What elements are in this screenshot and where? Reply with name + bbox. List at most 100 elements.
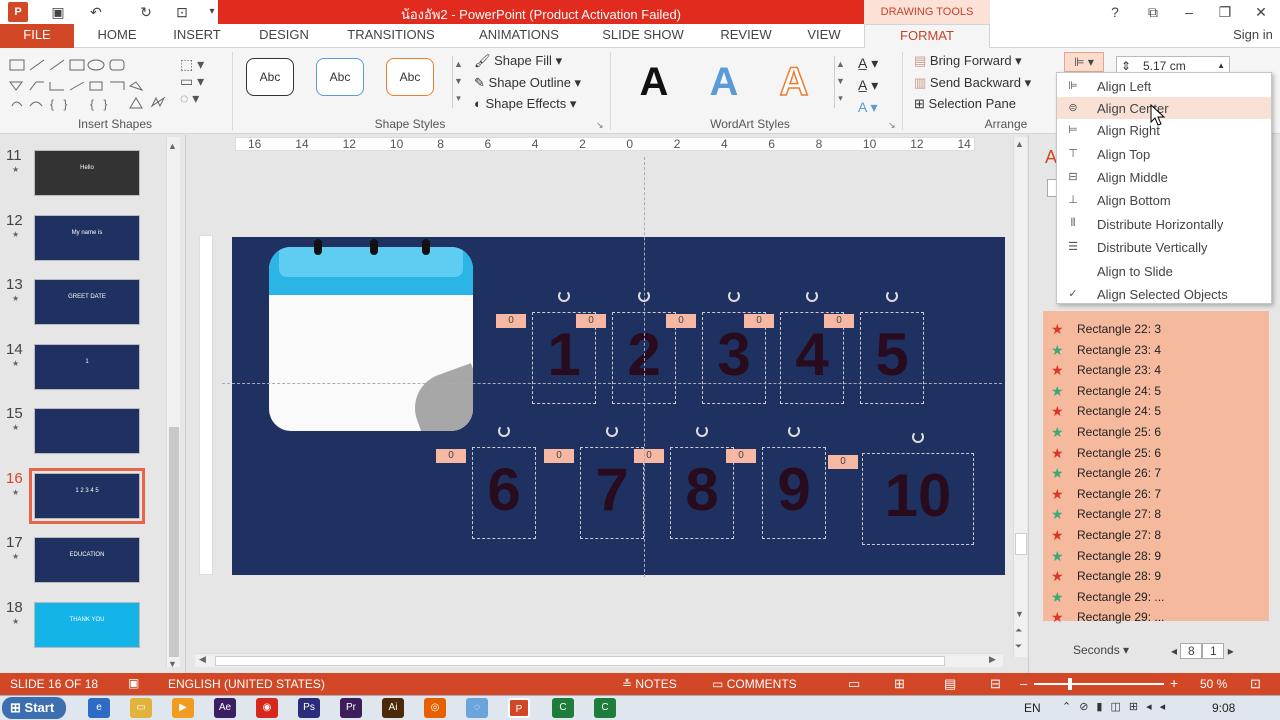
- timeline-zoom-left[interactable]: 8: [1180, 643, 1203, 659]
- comments-button[interactable]: ▭ COMMENTS: [712, 677, 797, 691]
- slide-thumbnail[interactable]: 1: [34, 343, 140, 390]
- timeline-zoom[interactable]: ◂ 81 ▸: [1171, 643, 1234, 659]
- thumbnail-scrollbar[interactable]: ▲ ▼: [166, 137, 180, 669]
- number-text[interactable]: 5: [860, 320, 924, 389]
- animation-list-item[interactable]: ★ Rectangle 26: 7: [1043, 463, 1269, 483]
- animation-list-item[interactable]: ★ Rectangle 27: 8: [1043, 525, 1269, 545]
- minimize-button[interactable]: –: [1174, 2, 1204, 22]
- menu-item-align-bottom[interactable]: ⊥ Align Bottom: [1057, 189, 1271, 211]
- rotate-handle-icon[interactable]: [606, 425, 618, 437]
- sign-in-link[interactable]: Sign in: [1226, 24, 1280, 48]
- shape-fill-button[interactable]: 🖌 Shape Fill ▾: [474, 53, 562, 69]
- system-tray-icons[interactable]: ⌃⊘▮◫⊞◂◂: [1062, 700, 1173, 713]
- slideshow-start-icon[interactable]: ⊡: [172, 2, 192, 22]
- scroll-down-icon[interactable]: ▼: [1015, 609, 1024, 619]
- slide-thumbnail[interactable]: My name is: [34, 214, 140, 261]
- animation-list-item[interactable]: ★ Rectangle 27: 8: [1043, 504, 1269, 524]
- slide-thumbnail[interactable]: EDUCATION: [34, 537, 140, 583]
- redo-icon[interactable]: ↻: [136, 2, 156, 22]
- zoom-slider[interactable]: [1034, 678, 1164, 690]
- rotate-handle-icon[interactable]: [788, 425, 800, 437]
- editor-scroll-thumb[interactable]: [1015, 533, 1027, 555]
- green-c-app-2-icon[interactable]: C: [594, 698, 616, 718]
- animation-list-item[interactable]: ★ Rectangle 28: 9: [1043, 546, 1269, 566]
- zoom-in-button[interactable]: +: [1170, 675, 1178, 691]
- shape-style-1[interactable]: Abc: [246, 58, 294, 96]
- shapes-gallery[interactable]: { } { }: [6, 54, 176, 112]
- firefox-icon[interactable]: ◎: [424, 698, 446, 718]
- shape-style-2[interactable]: Abc: [316, 58, 364, 96]
- slide-sorter-icon[interactable]: ⊞: [894, 676, 905, 692]
- menu-item-align-middle[interactable]: ⊟ Align Middle: [1057, 166, 1271, 188]
- tab-review[interactable]: REVIEW: [710, 24, 782, 48]
- tab-insert[interactable]: INSERT: [164, 24, 230, 48]
- rotate-handle-icon[interactable]: [498, 425, 510, 437]
- menu-item-distribute-vertically[interactable]: ☰ Distribute Vertically: [1057, 236, 1271, 258]
- reading-view-icon[interactable]: ▤: [944, 676, 956, 692]
- number-text[interactable]: 9: [762, 455, 826, 524]
- thumbnail-scroll-thumb[interactable]: [169, 427, 179, 657]
- text-outline-icon[interactable]: A̲ ▾: [858, 77, 878, 93]
- slide-thumbnail[interactable]: Hello: [34, 150, 140, 196]
- slide-thumbnail[interactable]: [34, 408, 140, 454]
- animation-list-item[interactable]: ★ Rectangle 23: 4: [1043, 360, 1269, 380]
- seconds-dropdown[interactable]: Seconds ▾: [1073, 643, 1129, 657]
- number-text[interactable]: 10: [862, 461, 974, 530]
- selection-pane-button[interactable]: ⊞ Selection Pane: [914, 96, 1016, 112]
- number-text[interactable]: 1: [532, 320, 596, 389]
- rotate-handle-icon[interactable]: [912, 431, 924, 443]
- maximize-button[interactable]: ❐: [1210, 2, 1240, 22]
- editor-horizontal-scrollbar[interactable]: ◀ ▶: [195, 653, 1003, 667]
- wordart-gallery-scroll[interactable]: ▲ ▼ ▾: [834, 56, 846, 108]
- close-button[interactable]: ✕: [1246, 2, 1276, 22]
- text-fill-outline-effects[interactable]: A̲ ▾ A̲ ▾ A ▾: [858, 52, 878, 118]
- file-explorer-icon[interactable]: ▭: [130, 698, 152, 718]
- menu-item-align-selected-objects[interactable]: ✓ Align Selected Objects: [1057, 283, 1271, 305]
- animation-list-item[interactable]: ★ Rectangle 24: 5: [1043, 381, 1269, 401]
- wordart-style-orange[interactable]: A: [764, 56, 824, 108]
- slide-thumbnail[interactable]: THANK YOU: [34, 601, 140, 648]
- menu-item-align-to-slide[interactable]: Align to Slide: [1057, 260, 1271, 282]
- fit-to-window-icon[interactable]: ⊡: [1250, 676, 1261, 692]
- scroll-up-icon[interactable]: ▲: [168, 141, 177, 151]
- zoom-slider-thumb[interactable]: [1068, 678, 1072, 690]
- animation-list-item[interactable]: ★ Rectangle 22: 3: [1043, 319, 1269, 339]
- shape-style-3[interactable]: Abc: [386, 58, 434, 96]
- menu-item-align-top[interactable]: ⊤ Align Top: [1057, 143, 1271, 165]
- shapes-gallery-icons[interactable]: { } { }: [6, 54, 176, 112]
- horizontal-guide[interactable]: [222, 383, 1002, 384]
- rotate-handle-icon[interactable]: [728, 290, 740, 302]
- normal-view-icon[interactable]: ▭: [848, 676, 860, 692]
- text-fill-icon[interactable]: A̲ ▾: [858, 55, 878, 71]
- shape-styles-gallery-scroll[interactable]: ▲ ▼ ▾: [452, 56, 464, 108]
- ribbon-display-icon[interactable]: ⧉: [1138, 2, 1168, 22]
- tab-format[interactable]: FORMAT: [864, 24, 990, 48]
- rotate-handle-icon[interactable]: [886, 290, 898, 302]
- animation-list-item[interactable]: ★ Rectangle 25: 6: [1043, 443, 1269, 463]
- tab-transitions[interactable]: TRANSITIONS: [334, 24, 448, 48]
- shape-outline-button[interactable]: ✎ Shape Outline ▾: [474, 75, 581, 91]
- align-dropdown-button[interactable]: ⊫ ▾: [1064, 52, 1104, 72]
- text-effects-icon[interactable]: A ▾: [858, 99, 877, 115]
- shape-styles-launcher-icon[interactable]: ↘: [596, 120, 604, 131]
- timeline-zoom-right[interactable]: 1: [1202, 643, 1225, 659]
- premiere-icon[interactable]: Pr: [340, 698, 362, 718]
- number-text[interactable]: 7: [580, 455, 644, 524]
- next-slide-icon[interactable]: ⏷: [1015, 641, 1022, 652]
- internet-explorer-icon[interactable]: e: [88, 698, 110, 718]
- editor-hscroll-thumb[interactable]: [215, 656, 945, 666]
- scroll-up-icon[interactable]: ▲: [1015, 139, 1024, 149]
- animation-list-item[interactable]: ★ Rectangle 28: 9: [1043, 566, 1269, 586]
- slide-thumbnail[interactable]: 1 2 3 4 5: [29, 467, 145, 524]
- wordart-style-black[interactable]: A: [624, 56, 684, 108]
- menu-item-align-left[interactable]: ⊫ Align Left: [1057, 75, 1271, 97]
- animation-list-item[interactable]: ★ Rectangle 29: ...: [1043, 587, 1269, 607]
- slide-canvas[interactable]: 1 0 2 0 3 0 4 0 5 0 6 0 7 0 8 0 9 0 10 0: [222, 157, 1005, 577]
- zoom-out-button[interactable]: –: [1020, 676, 1027, 691]
- scroll-down-icon[interactable]: ▼: [168, 659, 177, 669]
- powerpoint-taskbar-icon[interactable]: P: [508, 698, 530, 718]
- bring-forward-button[interactable]: ▤ Bring Forward ▾: [914, 53, 1022, 69]
- tab-design[interactable]: DESIGN: [248, 24, 320, 48]
- edit-shape-icon[interactable]: ⬚ ▾ ▭ ▾ ◌ ▾: [180, 56, 230, 106]
- tab-slide-show[interactable]: SLIDE SHOW: [590, 24, 696, 48]
